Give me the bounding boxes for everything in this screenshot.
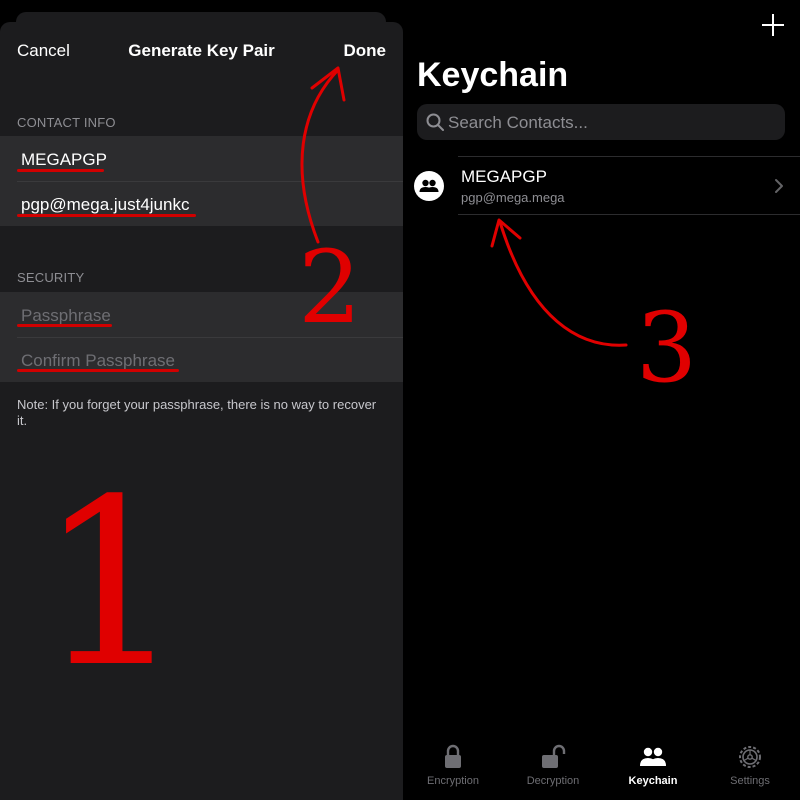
divider [458,156,800,157]
divider [458,214,800,215]
search-input[interactable]: Search Contacts... [448,113,588,133]
tab-label: Keychain [628,775,678,787]
done-button[interactable]: Done [344,41,387,61]
passphrase-input[interactable]: Passphrase [21,306,111,326]
unlock-icon [542,744,566,768]
generate-key-pair-panel: Cancel Generate Key Pair Done CONTACT IN… [0,0,403,800]
email-value[interactable]: pgp@mega.just4junkc [21,195,189,215]
confirm-passphrase-input[interactable]: Confirm Passphrase [21,351,175,371]
name-field[interactable]: MEGAPGP [0,136,403,181]
email-field[interactable]: pgp@mega.just4junkc [0,181,403,226]
contact-info-group: MEGAPGP pgp@mega.just4junkc [0,136,403,226]
tab-encryption[interactable]: Encryption [403,740,503,800]
tab-label: Settings [730,775,770,787]
contact-avatar [414,171,444,201]
confirm-passphrase-field[interactable]: Confirm Passphrase [0,337,403,382]
search-contacts-field[interactable]: Search Contacts... [417,104,785,140]
add-contact-button[interactable] [762,14,784,36]
name-value[interactable]: MEGAPGP [21,150,107,170]
red-underline-annotation [17,369,179,372]
tab-decryption[interactable]: Decryption [503,740,603,800]
people-icon [640,747,666,766]
red-underline-annotation [17,169,104,172]
red-underline-annotation [17,324,112,327]
passphrase-note: Note: If you forget your passphrase, the… [17,397,377,428]
red-underline-annotation [17,214,196,217]
tab-keychain[interactable]: Keychain [603,740,703,800]
passphrase-field[interactable]: Passphrase [0,292,403,337]
contact-name: MEGAPGP [461,167,547,186]
security-group: Passphrase Confirm Passphrase [0,292,403,382]
gear-icon [739,746,761,768]
security-header: SECURITY [17,270,85,285]
tab-label: Decryption [526,775,580,787]
keychain-panel: Keychain Search Contacts... MEGAPGP pgp@… [403,0,800,800]
tab-label: Encryption [427,775,479,787]
contact-email: pgp@mega.mega [461,190,565,205]
contact-row[interactable]: MEGAPGP pgp@mega.mega [403,158,800,214]
tab-bar: Encryption Decryption Keychain Settings [403,740,800,800]
chevron-right-icon [775,179,783,193]
generate-key-pair-sheet: Cancel Generate Key Pair Done CONTACT IN… [0,22,403,800]
keychain-title: Keychain [417,56,569,94]
navigation-bar: Cancel Generate Key Pair Done [0,22,403,80]
lock-icon [445,744,461,768]
contact-info-header: CONTACT INFO [17,115,116,130]
people-icon [419,179,439,192]
search-icon [426,113,444,131]
tab-settings[interactable]: Settings [700,740,800,800]
